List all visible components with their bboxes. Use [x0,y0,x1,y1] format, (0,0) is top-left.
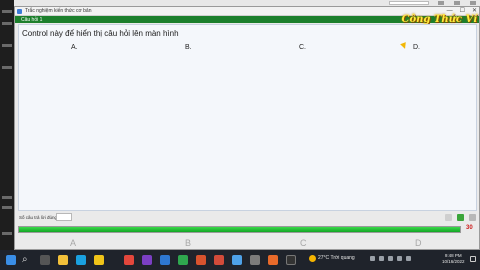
photos-icon[interactable] [196,255,206,265]
answer-buttons: A B C D [15,236,479,250]
side-glyph [2,206,12,209]
background-search-field [389,1,429,5]
terminal-icon[interactable] [286,255,296,265]
side-glyph [2,10,12,13]
clock[interactable]: 9:48 PM 10/16/2022 [442,253,465,265]
battery-icon[interactable] [397,256,402,261]
option-d-label[interactable]: D. [413,44,420,51]
answer-d-button[interactable]: D [415,238,422,248]
search-icon[interactable]: ⌕ [22,255,28,265]
save-icon[interactable] [457,214,464,221]
question-number: Câu hỏi 1 [21,17,43,23]
window-title: Trắc nghiệm kiến thức cơ bản [25,8,92,14]
weather-text[interactable]: 27°C Trời quang [318,255,355,261]
background-maximize-icon [454,1,460,5]
network-icon[interactable] [379,256,384,261]
clock-date: 10/16/2022 [442,259,465,264]
task-view-icon[interactable] [40,255,50,265]
settings-icon[interactable] [469,214,476,221]
visual-studio-icon[interactable] [142,255,152,265]
edge-browser-icon[interactable] [76,255,86,265]
option-a-label[interactable]: A. [71,44,78,51]
background-close-icon [470,1,476,5]
answered-count-field [56,213,72,221]
question-header: Câu hỏi 1 Công Thức Ví [15,14,479,25]
question-panel: Control này để hiển thị câu hỏi lên màn … [18,24,477,211]
notification-icon[interactable] [470,256,476,262]
background-minimize-icon [438,1,444,5]
folder-icon[interactable] [94,255,104,265]
system-tray [370,256,411,261]
taskbar: ⌕ 27°C Trời quang 9:48 PM 10/16/2022 [0,250,480,270]
volume-icon[interactable] [388,256,393,261]
app-red-icon[interactable] [214,255,224,265]
progress-bar [18,226,461,233]
language-icon[interactable] [406,256,411,261]
desktop-side-panel [0,0,14,250]
quiz-window: Trắc nghiệm kiến thức cơ bản — ☐ ✕ Câu h… [14,6,480,250]
progress-fill [19,227,460,232]
side-glyph [2,66,12,69]
weather-sun-icon [309,255,316,262]
option-b-label[interactable]: B. [185,44,192,51]
navigation-icons [445,214,476,221]
answer-c-button[interactable]: C [300,238,307,248]
file-explorer-icon[interactable] [58,255,68,265]
side-glyph [2,196,12,199]
answer-b-button[interactable]: B [185,238,191,248]
back-icon[interactable] [445,214,452,221]
tray-chevron-icon[interactable] [370,256,375,261]
answered-label: Số câu trả lời đúng: [19,215,59,220]
side-glyph [2,44,12,47]
app-gray-icon[interactable] [250,255,260,265]
app-icon [17,9,22,14]
app-orange-icon[interactable] [268,255,278,265]
start-menu-icon[interactable] [6,255,16,265]
progress-count: 30 [466,225,473,231]
mouse-cursor-icon [400,42,408,50]
mail-icon[interactable] [160,255,170,265]
side-glyph [2,232,12,235]
answer-a-button[interactable]: A [70,238,76,248]
app-blue-icon[interactable] [232,255,242,265]
chrome-icon[interactable] [124,255,134,265]
app-green-icon[interactable] [178,255,188,265]
status-row: Số câu trả lời đúng: [18,212,477,224]
side-glyph [2,22,12,25]
option-c-label[interactable]: C. [299,44,306,51]
question-text: Control này để hiển thị câu hỏi lên màn … [22,29,179,38]
